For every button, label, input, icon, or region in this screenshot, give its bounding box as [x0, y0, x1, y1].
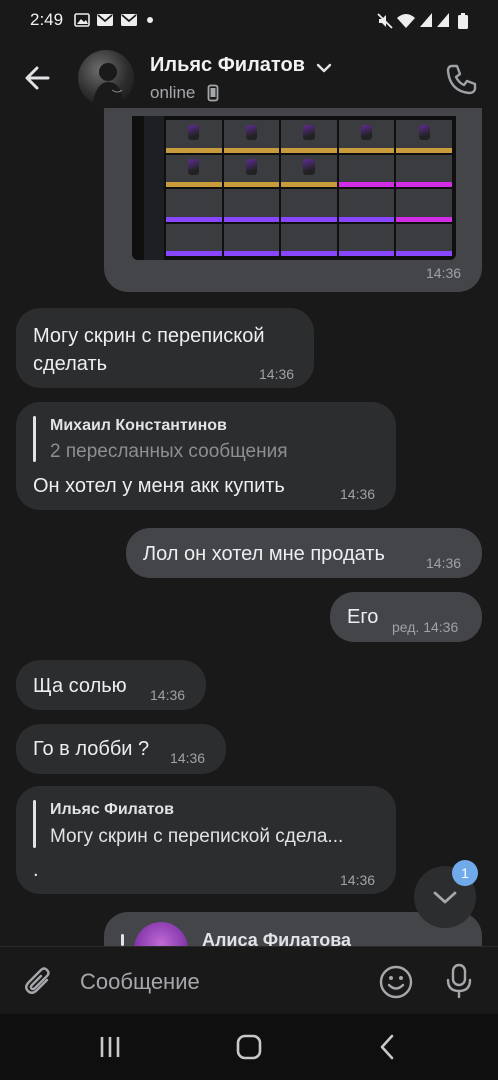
- composer-bar: [0, 946, 498, 1014]
- message-time: 14:36: [170, 750, 206, 766]
- inventory-item: [166, 120, 222, 153]
- inventory-item: [338, 154, 395, 187]
- unread-count-badge: 1: [452, 860, 478, 886]
- chat-header: Ильяс Филатов online: [0, 40, 498, 116]
- forward-summary[interactable]: 2 пересланных сообщения: [50, 441, 288, 463]
- contact-name[interactable]: Ильяс Филатов: [150, 54, 305, 77]
- message-input[interactable]: [72, 957, 362, 1007]
- message-text: Ща солью: [33, 675, 127, 697]
- avatar-photo: [92, 63, 124, 106]
- phone-icon[interactable]: [440, 58, 482, 100]
- chevron-down-icon[interactable]: [316, 62, 332, 74]
- reply-bar: [33, 800, 36, 848]
- inventory-item: [281, 120, 337, 153]
- inventory-item: [338, 223, 395, 256]
- contact-status: online: [150, 83, 196, 102]
- signal-icon: [437, 13, 449, 27]
- inventory-item: [223, 154, 280, 187]
- inventory-item: [223, 120, 280, 153]
- mobile-device-icon: [207, 84, 219, 102]
- status-bar: 2:49: [0, 0, 498, 40]
- inventory-item: [396, 189, 452, 222]
- inventory-item: [396, 120, 452, 153]
- back-icon[interactable]: [368, 1032, 408, 1062]
- message-text: .: [33, 859, 39, 881]
- message-text: Его: [347, 606, 379, 628]
- avatar[interactable]: [78, 50, 134, 106]
- message-time-edited: ред. 14:36: [392, 619, 459, 635]
- paperclip-icon[interactable]: [20, 963, 58, 1001]
- inventory-item: [166, 189, 222, 222]
- inventory-item: [223, 223, 280, 256]
- message-text: Могу скрин с перепиской сделать: [33, 325, 265, 375]
- inventory-item: [166, 154, 222, 187]
- gallery-icon: [74, 13, 90, 27]
- message-text: Го в лобби ?: [33, 738, 150, 760]
- message-time: 14:36: [340, 872, 376, 888]
- system-nav-bar: [0, 1014, 498, 1080]
- inventory-screenshot-image[interactable]: [132, 116, 456, 260]
- message-text: Лол он хотел мне продать: [143, 543, 385, 565]
- forward-author: Михаил Константинов: [50, 417, 227, 434]
- inventory-item: [396, 154, 452, 187]
- inventory-grid: [166, 120, 452, 256]
- message-text: Он хотел у меня акк купить: [33, 475, 285, 497]
- inventory-item: [281, 189, 337, 222]
- inventory-item: [223, 189, 280, 222]
- notification-dot-icon: [147, 17, 153, 23]
- inventory-item: [338, 189, 395, 222]
- microphone-icon[interactable]: [440, 961, 478, 1001]
- image-side-rail: [144, 116, 164, 260]
- forward-bar: [121, 934, 124, 946]
- message-time: 14:36: [426, 555, 462, 571]
- emoji-icon[interactable]: [377, 963, 415, 1001]
- gmail-icon: [97, 14, 113, 26]
- inventory-item: [281, 223, 337, 256]
- wifi-icon: [397, 14, 415, 28]
- inventory-item: [338, 120, 395, 153]
- status-time: 2:49: [30, 10, 64, 29]
- message-time: 14:36: [340, 486, 376, 502]
- back-arrow-icon[interactable]: [20, 60, 56, 96]
- message-time: 14:36: [150, 687, 186, 703]
- message-time: 14:36: [426, 265, 462, 281]
- battery-icon: [458, 13, 468, 29]
- message-time: 14:36: [259, 366, 295, 382]
- inventory-item: [396, 223, 452, 256]
- inventory-item: [166, 223, 222, 256]
- reply-quote[interactable]: Могу скрин с перепиской сдела...: [50, 826, 343, 848]
- home-icon[interactable]: [229, 1032, 269, 1062]
- reply-author: Ильяс Филатов: [50, 801, 174, 818]
- signal-icon: [420, 13, 432, 27]
- forward-bar: [33, 416, 36, 462]
- recent-apps-icon[interactable]: [90, 1032, 130, 1062]
- inventory-item: [281, 154, 337, 187]
- mute-icon: [377, 13, 393, 29]
- gmail-icon: [121, 14, 137, 26]
